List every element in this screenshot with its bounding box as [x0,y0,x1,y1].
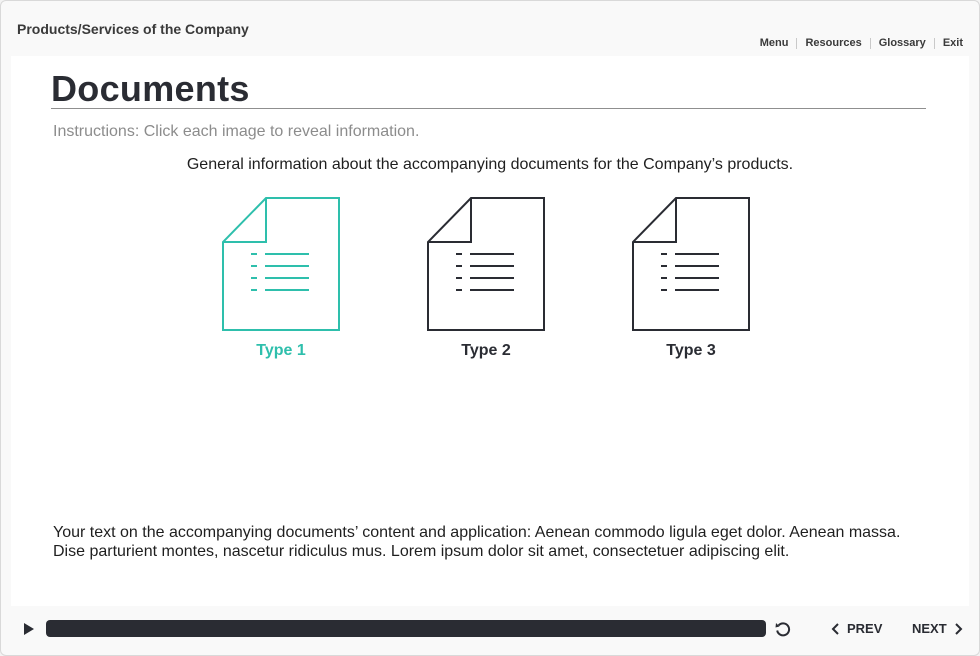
exit-link[interactable]: Exit [943,37,963,49]
document-type-2[interactable]: Type 2 [416,196,556,360]
document-label: Type 2 [461,342,511,359]
document-icon [632,197,750,331]
slide-content: Documents Instructions: Click each image… [11,56,969,606]
replay-button[interactable] [774,620,792,643]
course-player: Products/Services of the Company Menu Re… [0,0,980,656]
title-divider [51,108,926,109]
document-icon [427,197,545,331]
chevron-left-icon [831,622,839,635]
prev-button[interactable]: PREV [831,621,882,636]
nav-divider [869,37,871,49]
menu-link[interactable]: Menu [760,37,789,49]
chevron-right-icon [954,622,963,635]
next-button[interactable]: NEXT [912,621,963,636]
seek-bar[interactable] [46,620,766,637]
nav-divider [796,37,798,49]
play-button[interactable] [23,622,35,641]
nav-divider [933,37,935,49]
play-icon [24,623,34,635]
document-icon [222,197,340,331]
document-label: Type 1 [256,342,306,359]
replay-icon [775,622,791,637]
body-text: Your text on the accompanying documents’… [53,524,901,560]
intro-text: General information about the accompanyi… [186,156,794,173]
next-label: NEXT [912,621,947,636]
resources-link[interactable]: Resources [805,37,861,49]
top-navigation: Menu Resources Glossary Exit [760,37,963,49]
glossary-link[interactable]: Glossary [879,37,926,49]
page-title: Documents [51,68,250,109]
document-type-1[interactable]: Type 1 [211,196,351,360]
document-label: Type 3 [666,342,716,359]
prev-label: PREV [847,621,883,636]
instructions-text: Instructions: Click each image to reveal… [53,123,420,140]
course-title: Products/Services of the Company [17,21,249,37]
document-type-3[interactable]: Type 3 [621,196,761,360]
playback-controls: PREV NEXT [1,613,979,645]
